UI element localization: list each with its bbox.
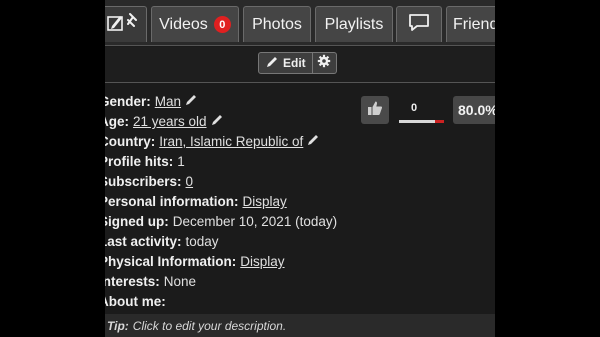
country-row: Country: Iran, Islamic Republic of <box>105 132 359 152</box>
edit-country-pencil-icon[interactable] <box>307 132 320 152</box>
last-activity-label: Last activity: <box>105 234 182 249</box>
tab-videos[interactable]: Videos 0 <box>151 6 239 42</box>
last-activity-value: today <box>185 234 219 249</box>
subscribers-row: Subscribers: 0 <box>105 172 359 192</box>
edit-button-group: Edit <box>258 52 337 74</box>
signed-up-row: Signed up: December 10, 2021 (today) <box>105 212 359 232</box>
pencil-icon <box>265 55 279 72</box>
gender-label: Gender: <box>105 94 151 109</box>
age-row: Age: 21 years old <box>105 112 359 132</box>
tab-photos-label: Photos <box>252 15 302 33</box>
tip-label: Tip: <box>107 318 129 333</box>
description-tip[interactable]: Tip: Click to edit your description. <box>105 314 495 337</box>
edit-toolbar: Edit <box>105 47 495 83</box>
tab-playlists-label: Playlists <box>324 15 384 33</box>
profile-info-list: Gender: Man Age: 21 years old Country: I… <box>105 92 359 312</box>
signed-up-label: Signed up: <box>105 214 169 229</box>
personal-info-row: Personal information: Display <box>105 192 359 212</box>
physical-info-display-link[interactable]: Display <box>240 252 284 272</box>
about-me-label: About me: <box>105 294 166 309</box>
physical-info-row: Physical Information: Display <box>105 252 359 272</box>
country-label: Country: <box>105 134 156 149</box>
subscribers-label: Subscribers: <box>105 174 182 189</box>
tip-text: Click to edit your description. <box>132 318 287 333</box>
tab-bar: Videos 0 Photos Playlists Friends <box>105 0 495 46</box>
subscribers-value-link[interactable]: 0 <box>186 172 194 192</box>
tab-friends[interactable]: Friends <box>446 6 495 42</box>
about-me-row: About me: <box>105 292 359 312</box>
age-label: Age: <box>105 114 129 129</box>
personal-info-display-link[interactable]: Display <box>243 192 287 212</box>
edit-button-label: Edit <box>283 56 306 70</box>
profile-hits-row: Profile hits: 1 <box>105 152 359 172</box>
speech-bubble-icon <box>407 11 431 38</box>
signed-up-value: December 10, 2021 (today) <box>172 214 338 229</box>
profile-hits-value: 1 <box>177 154 185 169</box>
edit-gender-pencil-icon[interactable] <box>185 92 198 112</box>
rating-percent: 80.0% <box>453 96 495 124</box>
edit-profile-icon <box>106 11 140 38</box>
like-count: 0 <box>410 102 418 114</box>
gender-value-link[interactable]: Man <box>155 92 181 112</box>
last-activity-row: Last activity: today <box>105 232 359 252</box>
age-value-link[interactable]: 21 years old <box>133 112 207 132</box>
gear-icon <box>317 54 331 73</box>
edit-age-pencil-icon[interactable] <box>211 112 224 132</box>
edit-button[interactable]: Edit <box>258 52 313 74</box>
personal-info-label: Personal information: <box>105 194 239 209</box>
videos-count-badge: 0 <box>213 16 231 33</box>
tab-edit-pin[interactable] <box>105 6 147 42</box>
like-button[interactable] <box>361 96 389 124</box>
interests-label: Interests: <box>105 274 160 289</box>
rating-bar <box>399 120 444 123</box>
rating-bar-fill <box>399 120 435 123</box>
gender-row: Gender: Man <box>105 92 359 112</box>
tab-playlists[interactable]: Playlists <box>315 6 393 42</box>
profile-hits-label: Profile hits: <box>105 154 174 169</box>
tab-messages[interactable] <box>396 6 442 42</box>
settings-button[interactable] <box>312 52 337 74</box>
physical-info-label: Physical Information: <box>105 254 237 269</box>
thumbs-up-icon <box>367 100 383 121</box>
tab-friends-label: Friends <box>453 15 495 33</box>
tab-videos-label: Videos <box>159 15 208 33</box>
country-value-link[interactable]: Iran, Islamic Republic of <box>159 132 303 152</box>
profile-screen: Videos 0 Photos Playlists Friends <box>105 0 495 337</box>
tab-photos[interactable]: Photos <box>243 6 311 42</box>
interests-value: None <box>163 274 197 289</box>
interests-row: Interests: None <box>105 272 359 292</box>
